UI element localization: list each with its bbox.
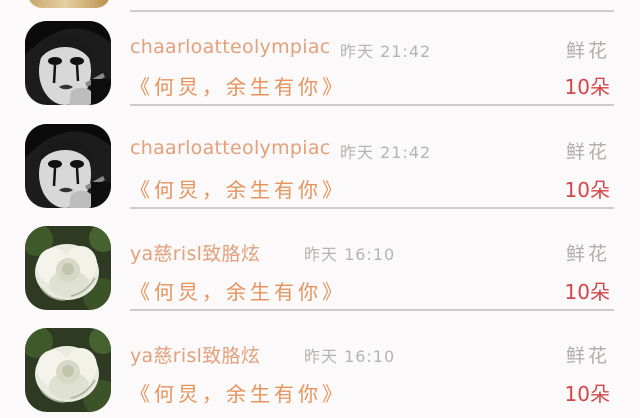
sender-name[interactable]: ya慈risl致胳炫 — [130, 341, 260, 368]
list-item[interactable]: chaarloatteolympiac 昨天 21:42 鲜花 《何炅，余生有你… — [0, 120, 640, 222]
avatar[interactable] — [25, 124, 111, 208]
sender-name[interactable]: chaarloatteolympiac — [130, 137, 331, 159]
white-rose-avatar-icon — [25, 226, 111, 310]
divider — [130, 207, 614, 209]
mime-face-avatar-icon — [25, 124, 111, 208]
gift-message: 《何炅，余生有你》 — [130, 382, 346, 406]
partial-list-item — [0, 0, 640, 12]
gift-count: 10朵 — [564, 75, 610, 99]
divider — [130, 309, 614, 311]
gift-count: 10朵 — [564, 178, 610, 202]
avatar[interactable] — [25, 328, 111, 412]
mime-face-avatar-icon — [25, 21, 111, 105]
sender-name[interactable]: chaarloatteolympiac — [130, 36, 331, 58]
gift-message: 《何炅，余生有你》 — [130, 280, 346, 304]
gift-message: 《何炅，余生有你》 — [130, 178, 346, 202]
list-item[interactable]: ya慈risl致胳炫 昨天 16:10 鲜花 《何炅，余生有你》 10朵 — [0, 324, 640, 418]
gift-record-list[interactable]: chaarloatteolympiac 昨天 21:42 鲜花 《何炅，余生有你… — [0, 0, 640, 418]
divider — [130, 10, 614, 12]
avatar[interactable] — [25, 21, 111, 105]
avatar[interactable] — [25, 226, 111, 310]
avatar — [28, 0, 110, 8]
timestamp: 昨天 16:10 — [304, 347, 396, 366]
gift-type-label: 鲜花 — [565, 345, 610, 367]
timestamp: 昨天 21:42 — [340, 143, 432, 162]
list-item[interactable]: ya慈risl致胳炫 昨天 16:10 鲜花 《何炅，余生有你》 10朵 — [0, 222, 640, 324]
gift-type-label: 鲜花 — [565, 40, 610, 62]
gift-type-label: 鲜花 — [565, 141, 610, 163]
timestamp: 昨天 16:10 — [304, 245, 396, 264]
gift-count: 10朵 — [564, 382, 610, 406]
timestamp: 昨天 21:42 — [340, 42, 432, 61]
sender-name[interactable]: ya慈risl致胳炫 — [130, 239, 260, 266]
list-item[interactable]: chaarloatteolympiac 昨天 21:42 鲜花 《何炅，余生有你… — [0, 18, 640, 120]
gift-message: 《何炅，余生有你》 — [130, 75, 346, 99]
gift-count: 10朵 — [564, 280, 610, 304]
divider — [130, 104, 614, 106]
white-rose-avatar-icon — [25, 328, 111, 412]
gift-type-label: 鲜花 — [565, 243, 610, 265]
